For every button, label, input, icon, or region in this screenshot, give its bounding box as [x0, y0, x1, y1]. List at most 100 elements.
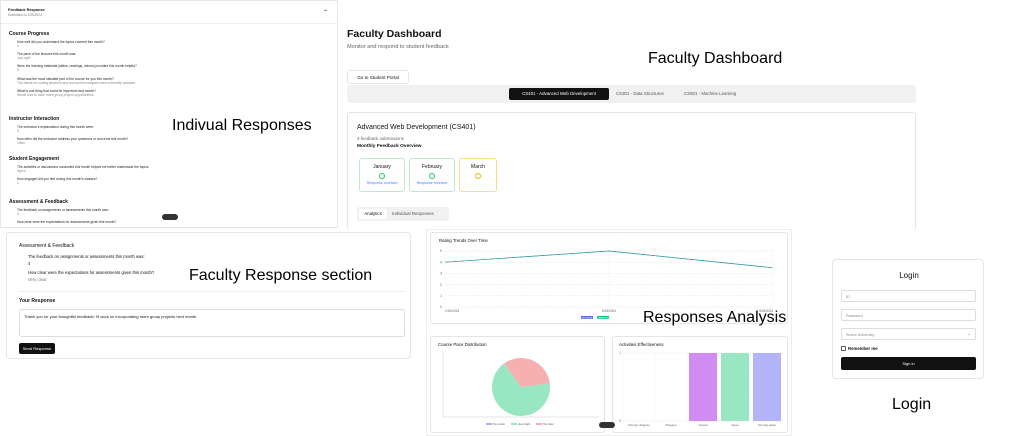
month-name: March — [471, 164, 485, 170]
x-tick-label: Neutral — [698, 423, 707, 427]
faculty-dashboard-panel: Faculty Dashboard Monitor and respond to… — [338, 0, 916, 230]
question-item: How clear were the expectations for asse… — [17, 220, 116, 224]
send-response-button[interactable]: Send Response — [19, 343, 55, 354]
answer-text: 5 — [17, 68, 19, 73]
question-item: The feedback on assignments or assessmen… — [17, 208, 116, 216]
check-circle-icon — [379, 173, 385, 179]
question-text: The feedback on assignments or assessmen… — [28, 254, 145, 259]
y-tick-label: 2 — [440, 283, 442, 287]
submission-count: 3 feedback submissions — [357, 136, 404, 141]
question-item: The instructor's explanations during thi… — [17, 125, 128, 133]
individual-responses-label: Indivual Responses — [172, 117, 312, 134]
question-item: The activities or discussions conducted … — [17, 165, 149, 173]
legend-swatch — [511, 423, 517, 425]
feedback-section: Assessment & Feedback The feedback on ass… — [9, 199, 116, 228]
legend-label: Too slow — [493, 422, 506, 426]
answer-text: The hands-on coding sessions and real-wo… — [17, 80, 136, 85]
password-input[interactable]: Password — [841, 309, 976, 321]
answer-text: Very clear — [28, 277, 47, 282]
question-text: How clear were the expectations for asse… — [17, 220, 117, 225]
y-tick-label: 1 — [619, 351, 621, 355]
login-label: Login — [892, 396, 932, 413]
tab-cs401[interactable]: CS401 - Advanced Web Development — [509, 88, 609, 100]
feedback-submitted-date: Submitted on 1/25/2024 — [8, 12, 42, 17]
faculty-response-label: Faculty Response section — [189, 267, 373, 284]
page-subtitle: Monitor and respond to student feedback — [347, 44, 449, 50]
faculty-response-panel: Assessment & Feedback The feedback on as… — [6, 232, 411, 359]
overview-title: Monthly Feedback Overview — [357, 144, 422, 149]
university-select[interactable]: Select University ⌄ — [841, 328, 976, 340]
student-portal-button[interactable]: Go to Student Portal — [347, 70, 409, 84]
tab-analytics[interactable]: Analytics — [359, 209, 387, 219]
section-title: Instructor Interaction — [9, 116, 60, 122]
login-card: Login ID Password Select University ⌄ Re… — [832, 259, 984, 379]
x-tick-label: Strongly disagree — [628, 423, 650, 427]
month-status: Response received — [416, 181, 448, 185]
series-line-engagement — [444, 250, 774, 269]
bar-strongly-agree — [753, 353, 781, 421]
remember-checkbox[interactable] — [841, 346, 846, 351]
response-section-title: Assessment & Feedback — [19, 243, 75, 249]
section-title: Course Progress — [9, 31, 50, 37]
response-textarea[interactable]: Thank you for your thoughtful feedback! … — [19, 309, 405, 337]
your-response-label: Your Response — [19, 298, 56, 304]
month-name: January — [373, 164, 391, 170]
y-tick-label: 3 — [440, 272, 442, 276]
course-title: Advanced Web Development (CS401) — [357, 124, 476, 131]
month-card-january[interactable]: January Response received — [359, 158, 405, 192]
question-text: How clear were the expectations for asse… — [28, 270, 155, 275]
legend-swatch — [536, 423, 542, 425]
question-item: How well did you understand the topics c… — [17, 40, 137, 48]
answer-text: 4 — [17, 44, 19, 48]
tab-cs301[interactable]: CS301 - Data Structures — [616, 88, 664, 100]
check-circle-icon — [429, 173, 435, 179]
question-text: How often did the instructor address you… — [17, 137, 129, 142]
activities-effectiveness-chart: 0 1 Strongly disagree Disagree Neutral Agree S… — [619, 351, 783, 427]
section-title: Student Engagement — [9, 156, 60, 162]
y-tick-label: 4 — [440, 260, 442, 264]
answer-text: 4 — [28, 261, 31, 266]
answer-text: 4 — [17, 181, 19, 186]
month-name: February — [421, 164, 442, 170]
clock-icon — [475, 173, 481, 179]
feedback-header[interactable]: Feedback Response Submitted on 1/25/2024 — [8, 8, 45, 17]
feedback-section: Instructor Interaction The instructor's e… — [9, 116, 128, 149]
chevron-up-icon[interactable]: ⌃ — [323, 9, 328, 16]
legend-label: Too fast — [543, 422, 554, 426]
feedback-section: Course Progress How well did you understa… — [9, 31, 137, 101]
x-tick-label: Disagree — [665, 423, 677, 427]
question-item: What was the most valuable part of the c… — [17, 77, 137, 85]
chevron-down-icon: ⌄ — [967, 331, 971, 336]
y-tick-label: 1 — [440, 294, 442, 298]
responses-analysis-panel: Rating Trends Over Time 0 1 2 3 4 5 1/15/2024 2… — [426, 229, 792, 436]
sign-in-button[interactable]: Sign in — [841, 357, 976, 370]
legend-label: Understanding — [579, 316, 595, 319]
y-tick-label: 5 — [440, 249, 442, 253]
question-item: How engaged did you feel during this mon… — [17, 177, 149, 185]
month-card-march[interactable]: March — [459, 158, 497, 192]
divider — [1, 23, 339, 24]
individual-responses-panel: Feedback Response Submitted on 1/25/2024… — [0, 0, 339, 228]
answer-text: Just right — [17, 56, 31, 61]
floating-toolbar[interactable] — [599, 422, 615, 428]
feedback-section: Student Engagement The activities or disc… — [9, 156, 149, 189]
bar-agree — [721, 353, 749, 421]
tab-individual-responses[interactable]: Individual Responses — [392, 209, 434, 219]
tab-cs501[interactable]: CS501 - Machine Learning — [684, 88, 736, 100]
legend-label: Just right — [518, 422, 530, 426]
month-card-february[interactable]: February Response received — [409, 158, 455, 192]
question-item: How often did the instructor address you… — [17, 137, 128, 145]
x-tick-label: 1/15/2024 — [445, 309, 459, 313]
university-select-value: Select University — [846, 332, 875, 337]
floating-toolbar[interactable] — [162, 214, 178, 220]
question-item: Were the learning materials (slides, rea… — [17, 64, 137, 72]
login-title: Login — [899, 271, 919, 280]
answer-text: Would love to have more group project op… — [17, 92, 95, 97]
x-tick-label: Agree — [731, 423, 739, 427]
bar-neutral — [689, 353, 717, 421]
month-status: Response received — [366, 181, 398, 185]
question-item: The pace of the lectures this month was:… — [17, 52, 137, 60]
divider — [19, 291, 405, 292]
id-input[interactable]: ID — [841, 290, 976, 302]
answer-text: Agree — [17, 169, 26, 173]
